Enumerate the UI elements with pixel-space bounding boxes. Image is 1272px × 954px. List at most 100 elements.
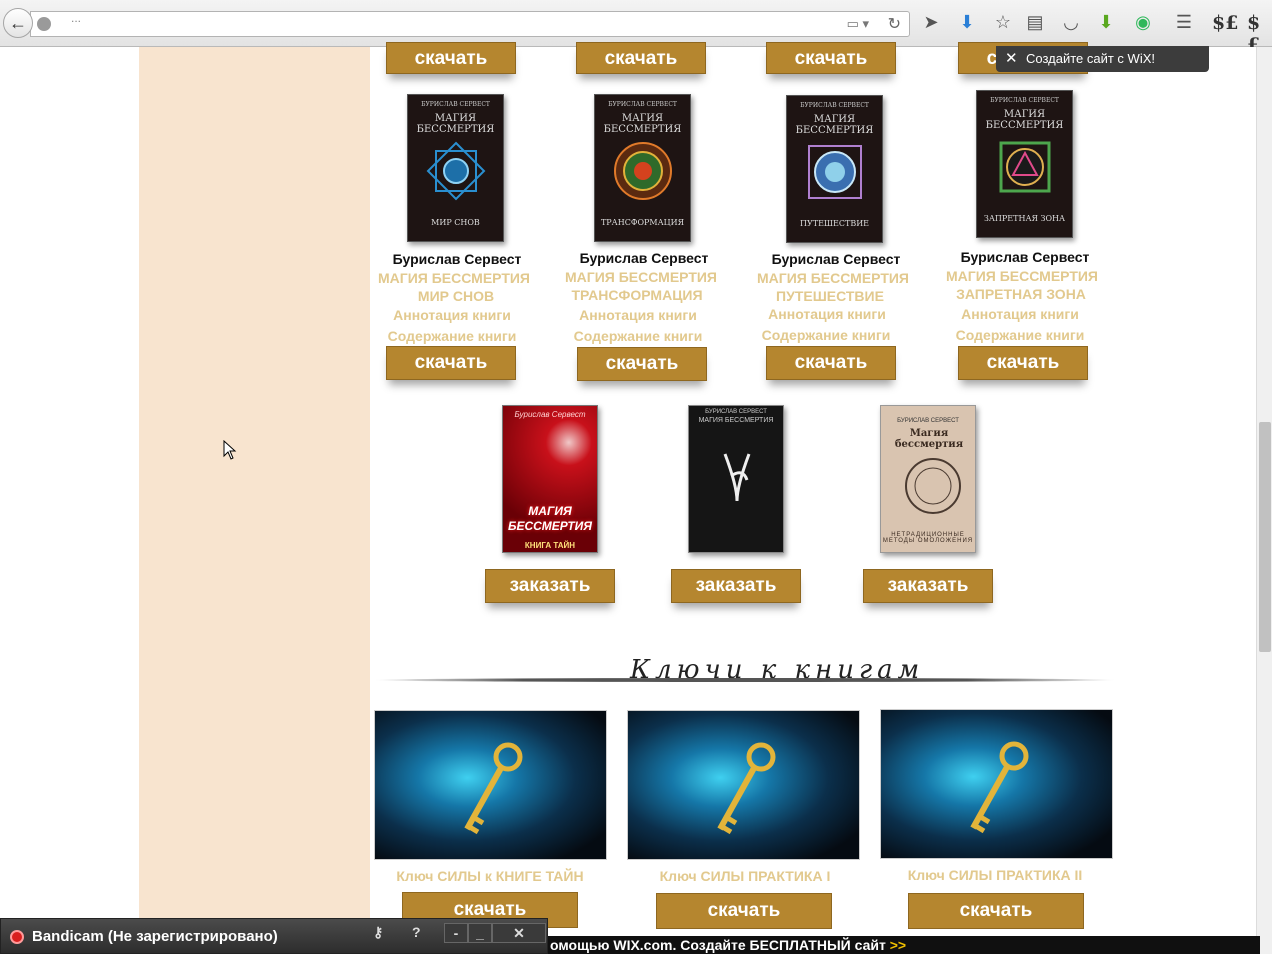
- cover-author: БУРИСЛАВ СЕРВЕСТ: [800, 102, 869, 109]
- contents-link[interactable]: Содержание книги: [357, 327, 547, 345]
- key-image[interactable]: [880, 709, 1113, 859]
- annotation-link[interactable]: Аннотация книги: [925, 305, 1115, 323]
- cover-author: БУРИСЛАВ СЕРВЕСТ: [897, 418, 959, 424]
- cover-title: МАГИЯ БЕССМЕРТИЯ: [416, 113, 495, 135]
- close-icon[interactable]: ✕: [1005, 46, 1018, 72]
- mandala-icon: [808, 145, 862, 199]
- bandicam-title: Bandicam (Не зарегистрировано): [32, 928, 278, 945]
- download-button[interactable]: скачать: [386, 346, 516, 380]
- scrollbar-thumb[interactable]: [1259, 422, 1271, 652]
- section-divider: [375, 678, 1115, 682]
- send-icon[interactable]: ➤: [919, 12, 943, 33]
- key-caption-link[interactable]: Ключ СИЛЫ ПРАКТИКА II: [875, 867, 1115, 883]
- order-button[interactable]: заказать: [671, 569, 801, 603]
- book-cover[interactable]: БУРИСЛАВ СЕРВЕСТ МАГИЯ БЕССМЕРТИЯ: [688, 405, 784, 553]
- seal-icon: [905, 458, 961, 514]
- dash-button[interactable]: -: [444, 923, 468, 943]
- page-margin: [0, 47, 139, 954]
- rune-symbol-icon: [723, 453, 751, 502]
- cover-title: МАГИЯ БЕССМЕРТИЯ: [507, 504, 593, 533]
- back-button[interactable]: ←: [3, 8, 33, 38]
- book-title-link[interactable]: ПУТЕШЕСТВИЕ: [735, 287, 925, 305]
- key-icon[interactable]: ⚷: [373, 924, 383, 941]
- help-button[interactable]: ?: [412, 924, 421, 940]
- annotation-link[interactable]: Аннотация книги: [543, 306, 733, 324]
- key-image[interactable]: [627, 710, 860, 860]
- book-author: Бурислав Сервест: [771, 251, 901, 267]
- book-title-link[interactable]: ЗАПРЕТНАЯ ЗОНА: [926, 285, 1116, 303]
- reload-icon[interactable]: ↻: [888, 14, 901, 34]
- wix-footer-arrows[interactable]: >>: [890, 937, 906, 953]
- page-scrollbar[interactable]: [1256, 47, 1272, 954]
- contents-link[interactable]: Содержание книги: [925, 326, 1115, 344]
- cover-author: БУРИСЛАВ СЕРВЕСТ: [705, 409, 767, 415]
- annotation-link[interactable]: Аннотация книги: [732, 305, 922, 323]
- url-bar[interactable]: ... ▭ ▾ ↻: [30, 11, 910, 37]
- book-title-link[interactable]: МАГИЯ БЕССМЕРТИЯ: [359, 269, 549, 287]
- book-cover[interactable]: БУРИСЛАВ СЕРВЕСТ МАГИЯ БЕССМЕРТИЯ МИР СН…: [407, 94, 504, 242]
- site-identity-icon[interactable]: [37, 17, 51, 31]
- cover-subtitle: КНИГА ТАЙН: [524, 541, 576, 550]
- screenshot-root: ... ▭ ▾ ↻ ← ➤ ⬇ ☆ ▤ ◡ ⬇ ◉ ☰ $£ $£ скачат…: [0, 0, 1272, 954]
- reading-list-icon[interactable]: ▤: [1023, 12, 1047, 33]
- download-button[interactable]: скачать: [766, 42, 896, 74]
- cover-subtitle: ЗАПРЕТНАЯ ЗОНА: [983, 214, 1066, 223]
- cover-title: МАГИЯ БЕССМЕРТИЯ: [603, 113, 682, 135]
- currency-extension-icon[interactable]: $£: [1212, 12, 1238, 34]
- menu-icon[interactable]: ☰: [1172, 12, 1196, 33]
- download-button[interactable]: скачать: [656, 893, 832, 929]
- cover-subtitle: МИР СНОВ: [431, 218, 480, 227]
- download-icon[interactable]: ⬇: [955, 12, 979, 33]
- order-button[interactable]: заказать: [863, 569, 993, 603]
- sidebar: [139, 47, 370, 954]
- book-cover[interactable]: БУРИСЛАВ СЕРВЕСТ МАГИЯ БЕССМЕРТИЯ ТРАНСФ…: [594, 94, 691, 242]
- book-cover[interactable]: Бурислав Сервест МАГИЯ БЕССМЕРТИЯ КНИГА …: [502, 405, 598, 553]
- minimize-button[interactable]: _: [468, 923, 492, 943]
- download-button[interactable]: скачать: [766, 346, 896, 380]
- download-button[interactable]: скачать: [958, 346, 1088, 380]
- contents-link[interactable]: Содержание книги: [731, 326, 921, 344]
- book-title-link[interactable]: МАГИЯ БЕССМЕРТИЯ: [927, 267, 1117, 285]
- wix-footer-text[interactable]: омощью WIX.com. Создайте БЕСПЛАТНЫЙ сайт: [550, 937, 886, 953]
- cover-subtitle: ПУТЕШЕСТВИЕ: [799, 219, 870, 228]
- cover-title: МАГИЯ БЕССМЕРТИЯ: [698, 417, 774, 424]
- download-button[interactable]: скачать: [577, 347, 707, 381]
- close-button[interactable]: ✕: [492, 923, 546, 943]
- book-title-link[interactable]: МИР СНОВ: [361, 287, 551, 305]
- annotation-link[interactable]: Аннотация книги: [357, 306, 547, 324]
- book-cover[interactable]: БУРИСЛАВ СЕРВЕСТ МАГИЯ БЕССМЕРТИЯ ПУТЕШЕ…: [786, 95, 883, 243]
- extension-icon[interactable]: ◉: [1131, 12, 1155, 33]
- cover-author: БУРИСЛАВ СЕРВЕСТ: [421, 101, 490, 108]
- contents-link[interactable]: Содержание книги: [543, 327, 733, 345]
- bandicam-window[interactable]: Bandicam (Не зарегистрировано) ⚷ ? - _ ✕: [0, 918, 548, 954]
- book-title-link[interactable]: МАГИЯ БЕССМЕРТИЯ: [738, 269, 928, 287]
- cover-subtitle: ТРАНСФОРМАЦИЯ: [600, 218, 685, 227]
- golden-key-icon: [464, 742, 523, 835]
- cover-author: Бурислав Сервест: [514, 410, 586, 419]
- download-button[interactable]: скачать: [908, 893, 1084, 929]
- record-icon[interactable]: [10, 930, 24, 944]
- mouse-cursor-icon: [223, 440, 237, 460]
- book-cover[interactable]: БУРИСЛАВ СЕРВЕСТ Магия бессмертия НЕТРАД…: [880, 405, 976, 553]
- bookmark-star-icon[interactable]: ☆: [991, 12, 1015, 33]
- book-title-link[interactable]: МАГИЯ БЕССМЕРТИЯ: [546, 268, 736, 286]
- wix-promo-text[interactable]: Создайте сайт с WiX!: [1026, 51, 1155, 66]
- download-button[interactable]: скачать: [576, 42, 706, 74]
- book-author: Бурислав Сервест: [392, 251, 522, 267]
- mandala-icon: [426, 141, 486, 201]
- reader-view-icon[interactable]: ▭ ▾: [847, 16, 869, 32]
- url-text[interactable]: ...: [71, 11, 771, 25]
- cover-title: Магия бессмертия: [894, 428, 964, 450]
- mandala-icon: [614, 142, 672, 200]
- wix-promo-banner[interactable]: ✕ Создайте сайт с WiX!: [996, 46, 1209, 72]
- order-button[interactable]: заказать: [485, 569, 615, 603]
- key-caption-link[interactable]: Ключ СИЛЫ к КНИГЕ ТАЙН: [370, 868, 610, 884]
- download-helper-icon[interactable]: ⬇: [1094, 12, 1118, 33]
- book-cover[interactable]: БУРИСЛАВ СЕРВЕСТ МАГИЯ БЕССМЕРТИЯ ЗАПРЕТ…: [976, 90, 1073, 238]
- pocket-icon[interactable]: ◡: [1059, 12, 1083, 33]
- key-image[interactable]: [374, 710, 607, 860]
- key-caption-link[interactable]: Ключ СИЛЫ ПРАКТИКА I: [625, 868, 865, 884]
- download-button[interactable]: скачать: [386, 42, 516, 74]
- book-title-link[interactable]: ТРАНСФОРМАЦИЯ: [542, 286, 732, 304]
- golden-key-icon: [717, 742, 776, 835]
